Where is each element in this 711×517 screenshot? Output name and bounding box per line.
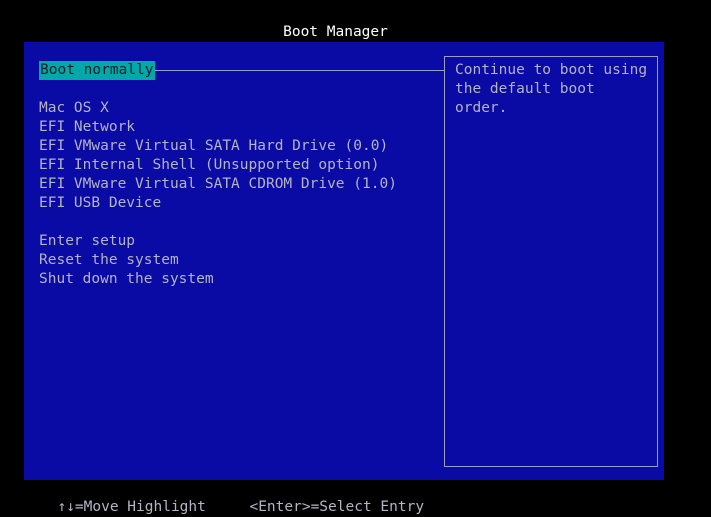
menu-item-efi-hard-drive[interactable]: EFI VMware Virtual SATA Hard Drive (0.0) [39,137,439,156]
highlight-connector-line [152,70,444,71]
menu-item-shut-down[interactable]: Shut down the system [39,270,439,289]
help-panel: Continue to boot using the default boot … [444,56,658,467]
boot-manager-panel: Boot normally Mac OS X EFI Network EFI V… [24,42,664,480]
boot-menu: Boot normally Mac OS X EFI Network EFI V… [39,61,444,289]
page-title: Boot Manager [283,24,388,40]
menu-item-efi-network[interactable]: EFI Network [39,118,439,137]
help-text: Continue to boot using the default boot … [455,62,648,116]
menu-item-reset-system[interactable]: Reset the system [39,251,439,270]
menu-item-mac-os-x[interactable]: Mac OS X [39,99,439,118]
menu-spacer [39,80,439,99]
menu-item-label: Boot normally [39,61,155,80]
menu-item-efi-internal-shell[interactable]: EFI Internal Shell (Unsupported option) [39,156,439,175]
menu-item-enter-setup[interactable]: Enter setup [39,232,439,251]
footer-hints: ↑↓=Move Highlight <Enter>=Select Entry [40,479,680,517]
menu-item-boot-normally[interactable]: Boot normally [39,61,444,80]
menu-item-efi-usb-device[interactable]: EFI USB Device [39,194,439,213]
menu-item-efi-cdrom-drive[interactable]: EFI VMware Virtual SATA CDROM Drive (1.0… [39,175,439,194]
menu-spacer [39,213,439,232]
